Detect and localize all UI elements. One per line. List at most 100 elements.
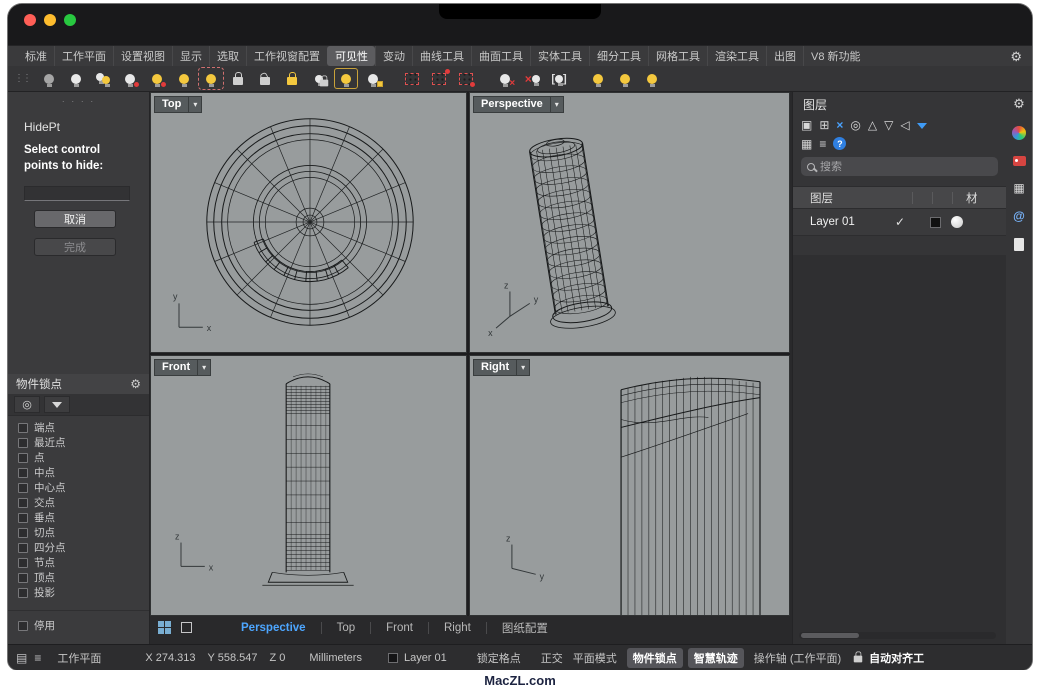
ortho-toggle[interactable]: 正交 <box>541 650 563 666</box>
osnap-option-quadrant[interactable]: 四分点 <box>8 540 149 555</box>
toolbar-button-21[interactable] <box>613 68 637 89</box>
viewport-title[interactable]: Perspective <box>473 96 551 113</box>
layer-color-swatch[interactable] <box>930 217 941 228</box>
smarttrack-toggle[interactable]: 智慧轨迹 <box>688 648 744 668</box>
toolbar-button-9[interactable] <box>253 68 277 89</box>
column-header-name[interactable]: 图层 <box>793 190 893 206</box>
osnap-option-knot[interactable]: 节点 <box>8 555 149 570</box>
toolbar-button-6[interactable] <box>172 68 196 89</box>
hidept-input[interactable] <box>24 186 130 201</box>
toolbar-button-5[interactable] <box>145 68 169 89</box>
panel-gear-icon[interactable]: ⚙ <box>1013 97 1025 110</box>
toolbar-button-4[interactable] <box>118 68 142 89</box>
list-icon[interactable]: ≡ <box>34 652 41 664</box>
display-panel-tab-icon[interactable] <box>1012 126 1026 140</box>
single-viewport-layout-icon[interactable] <box>181 622 192 633</box>
viewport-tab-right[interactable]: Right <box>429 622 486 634</box>
toolbar-button-22[interactable] <box>640 68 664 89</box>
checkbox[interactable] <box>18 621 28 631</box>
planar-toggle[interactable]: 平面模式 <box>573 650 617 666</box>
panel-drag-dots[interactable]: · · · · <box>8 96 149 106</box>
menu-tab-solid-tools[interactable]: 实体工具 <box>530 46 589 66</box>
scrollbar-thumb[interactable] <box>801 633 859 638</box>
checkbox[interactable] <box>18 453 28 463</box>
viewport-right[interactable]: z y Right ▾ <box>469 355 790 616</box>
viewport-title[interactable]: Top <box>154 96 189 113</box>
match-layer-icon[interactable]: ◎ <box>850 119 860 131</box>
menu-tab-render-tools[interactable]: 渲染工具 <box>707 46 766 66</box>
viewport-tab-perspective[interactable]: Perspective <box>226 622 321 634</box>
four-viewport-layout-icon[interactable] <box>158 621 171 634</box>
osnap-option-mid[interactable]: 中点 <box>8 465 149 480</box>
grid-snap-toggle[interactable]: 锁定格点 <box>477 650 521 666</box>
menubar-gear-icon[interactable]: ⚙ <box>1010 50 1022 63</box>
new-sublayer-icon[interactable]: ⊞ <box>819 119 829 131</box>
menu-tab-surface-tools[interactable]: 曲面工具 <box>471 46 530 66</box>
move-down-icon[interactable]: ▽ <box>884 119 893 131</box>
toolbar-button-18[interactable]: × <box>520 68 544 89</box>
done-button[interactable]: 完成 <box>34 238 116 256</box>
viewport-menu-caret[interactable]: ▾ <box>198 359 211 376</box>
viewport-perspective[interactable]: z y x Perspective ▾ <box>469 92 790 353</box>
menu-tab-curve-tools[interactable]: 曲线工具 <box>412 46 471 66</box>
menu-tab-subd-tools[interactable]: 细分工具 <box>589 46 648 66</box>
layer-name[interactable]: Layer 01 <box>793 216 893 228</box>
checkbox[interactable] <box>18 498 28 508</box>
viewport-tab-layout[interactable]: 图纸配置 <box>487 620 563 636</box>
materials-panel-tab-icon[interactable] <box>1013 156 1026 166</box>
cplane-label[interactable]: 工作平面 <box>57 650 101 666</box>
horizontal-scrollbar[interactable] <box>799 632 996 639</box>
menu-tab-mesh-tools[interactable]: 网格工具 <box>648 46 707 66</box>
viewport-top[interactable]: y x Top ▾ <box>150 92 467 353</box>
osnap-option-tangent[interactable]: 切点 <box>8 525 149 540</box>
checkbox[interactable] <box>18 468 28 478</box>
layer-search-box[interactable] <box>801 157 998 176</box>
menu-tab-transform[interactable]: 变动 <box>375 46 412 66</box>
toolbar-button-14[interactable] <box>400 68 424 89</box>
units-label[interactable]: Millimeters <box>309 652 362 664</box>
fullscreen-button[interactable] <box>64 14 76 26</box>
active-layer-color-swatch[interactable] <box>388 653 398 663</box>
toolbar-drag-handle[interactable]: ⋮⋮ <box>14 73 30 84</box>
toolbar-button-17[interactable]: × <box>493 68 517 89</box>
menu-tab-select[interactable]: 选取 <box>209 46 246 66</box>
delete-layer-icon[interactable]: × <box>836 119 843 131</box>
menu-tab-visibility[interactable]: 可见性 <box>327 46 375 66</box>
help-icon[interactable]: ? <box>833 137 846 150</box>
toolbar-button-1[interactable] <box>37 68 61 89</box>
osnap-option-project[interactable]: 投影 <box>8 585 149 600</box>
minimize-button[interactable] <box>44 14 56 26</box>
column-header-material[interactable]: 材 <box>966 190 978 206</box>
toolbar-button-19[interactable]: [] <box>547 68 571 89</box>
properties-panel-tab-icon[interactable] <box>1014 238 1024 251</box>
menu-tab-drafting[interactable]: 出图 <box>766 46 803 66</box>
viewport-menu-caret[interactable]: ▾ <box>189 96 202 113</box>
osnap-option-near[interactable]: 最近点 <box>8 435 149 450</box>
checkbox[interactable] <box>18 513 28 523</box>
toolbar-button-16[interactable] <box>454 68 478 89</box>
cancel-button[interactable]: 取消 <box>34 210 116 228</box>
viewport-menu-caret[interactable]: ▾ <box>517 359 530 376</box>
move-left-icon[interactable]: ◁ <box>900 119 909 131</box>
active-layer-label[interactable]: Layer 01 <box>404 652 447 664</box>
osnap-gear-icon[interactable]: ⚙ <box>130 377 141 391</box>
persistent-osnap-icon[interactable]: ◎ <box>14 396 40 413</box>
osnap-option-perpendicular[interactable]: 垂点 <box>8 510 149 525</box>
checkbox[interactable] <box>18 483 28 493</box>
checkbox[interactable] <box>18 423 28 433</box>
toolbar-button-13[interactable] <box>361 68 385 89</box>
osnap-option-point[interactable]: 点 <box>8 450 149 465</box>
menu-tab-set-view[interactable]: 设置视图 <box>113 46 172 66</box>
toolbar-button-8[interactable] <box>226 68 250 89</box>
viewport-menu-caret[interactable]: ▾ <box>551 96 564 113</box>
menu-tab-v8-new[interactable]: V8 新功能 <box>803 46 868 66</box>
toolbar-button-20[interactable] <box>586 68 610 89</box>
viewport-front[interactable]: z x Front ▾ <box>150 355 467 616</box>
toolbar-button-10[interactable] <box>280 68 304 89</box>
toolbar-button-7[interactable] <box>199 68 223 89</box>
move-up-icon[interactable]: △ <box>868 119 877 131</box>
viewport-tab-front[interactable]: Front <box>371 622 428 634</box>
checkbox[interactable] <box>18 438 28 448</box>
viewport-title[interactable]: Right <box>473 359 517 376</box>
notes-panel-tab-icon[interactable]: @ <box>1013 210 1025 222</box>
